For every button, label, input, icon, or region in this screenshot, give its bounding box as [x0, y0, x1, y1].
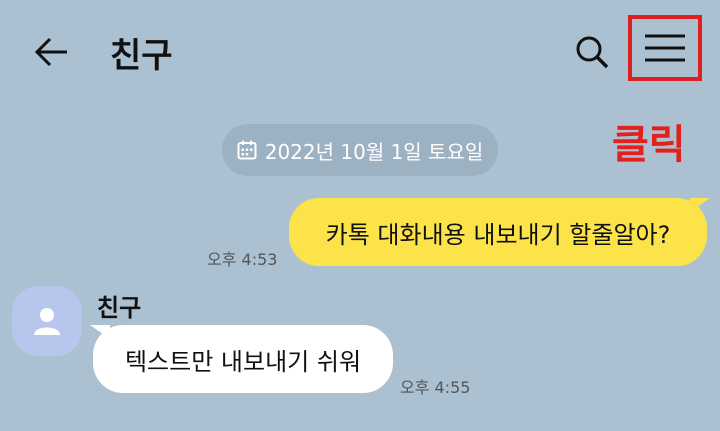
friend-avatar[interactable] — [12, 286, 82, 356]
calendar-icon — [237, 140, 257, 160]
search-button[interactable] — [570, 30, 614, 74]
friend-message-bubble[interactable]: 텍스트만 내보내기 쉬워 — [93, 325, 393, 393]
date-text: 2022년 10월 1일 토요일 — [264, 139, 484, 164]
default-profile-icon — [34, 308, 60, 335]
back-button[interactable] — [30, 30, 74, 74]
sender-name: 친구 — [97, 294, 142, 322]
search-icon — [576, 36, 609, 69]
my-message-bubble[interactable]: 카톡 대화내용 내보내기 할줄알아? — [289, 198, 707, 266]
hamburger-menu-icon — [645, 34, 685, 62]
date-divider: 2022년 10월 1일 토요일 — [222, 124, 498, 176]
chat-title: 친구 — [110, 36, 173, 76]
click-annotation: 클릭 — [612, 122, 686, 168]
arrow-left-icon — [35, 37, 67, 67]
menu-button[interactable] — [628, 15, 702, 81]
chat-header: 친구 — [0, 0, 720, 100]
my-message-time: 오후 4:53 — [207, 250, 278, 269]
my-message-text: 카톡 대화내용 내보내기 할줄알아? — [325, 220, 671, 249]
friend-message-text: 텍스트만 내보내기 쉬워 — [124, 347, 362, 376]
friend-message-time: 오후 4:55 — [400, 378, 471, 397]
